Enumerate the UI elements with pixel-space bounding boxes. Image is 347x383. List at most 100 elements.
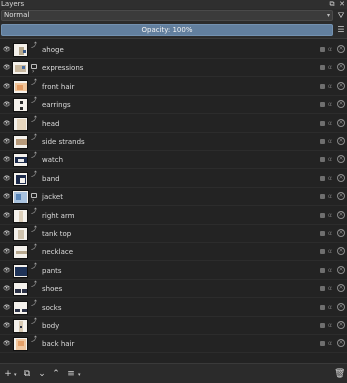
lock-icon[interactable] bbox=[320, 249, 325, 255]
eye-icon[interactable]: 👁 bbox=[3, 64, 11, 71]
alpha-lock-icon[interactable]: α bbox=[328, 81, 332, 93]
alpha-lock-icon[interactable]: α bbox=[328, 191, 332, 203]
alpha-lock-icon[interactable]: α bbox=[328, 173, 332, 185]
layer-row[interactable]: 👁 › expressions α × bbox=[0, 59, 347, 78]
lock-icon[interactable] bbox=[320, 47, 325, 52]
inherit-alpha-icon[interactable]: ⤴ bbox=[31, 79, 37, 86]
alpha-lock-icon[interactable]: α bbox=[328, 118, 332, 130]
inherit-alpha-icon[interactable]: ⤴ bbox=[31, 42, 37, 49]
lock-icon[interactable] bbox=[320, 323, 325, 328]
alpha-lock-icon[interactable]: α bbox=[328, 320, 332, 332]
lock-icon[interactable] bbox=[320, 212, 325, 218]
add-menu-chevron-icon[interactable]: ▾ bbox=[14, 372, 17, 378]
eye-icon[interactable]: 👁 bbox=[3, 46, 11, 53]
layer-row[interactable]: 👁 ⤴ front hair α × bbox=[0, 78, 347, 96]
inherit-alpha-icon[interactable]: ⤴ bbox=[31, 134, 37, 141]
onion-skin-icon[interactable]: × bbox=[337, 118, 345, 127]
eye-icon[interactable]: 👁 bbox=[3, 175, 11, 182]
chevron-up-icon[interactable]: ⌃ bbox=[51, 369, 61, 380]
eye-icon[interactable]: 👁 bbox=[3, 248, 11, 255]
blend-mode-select[interactable]: Normal ▾ bbox=[1, 10, 333, 21]
lock-icon[interactable] bbox=[320, 65, 325, 71]
layer-row[interactable]: 👁 ⤴ back hair α × bbox=[0, 335, 347, 354]
onion-skin-icon[interactable]: × bbox=[337, 321, 345, 329]
onion-skin-icon[interactable]: × bbox=[337, 229, 345, 237]
layer-row[interactable]: 👁 › jacket α × bbox=[0, 188, 347, 207]
plus-icon[interactable]: + bbox=[3, 369, 13, 380]
inherit-alpha-icon[interactable]: ⤴ bbox=[31, 263, 37, 270]
expand-chevron-icon[interactable]: › bbox=[32, 68, 34, 75]
inherit-alpha-icon[interactable]: ⤴ bbox=[31, 97, 37, 104]
inherit-alpha-icon[interactable]: ⤴ bbox=[31, 208, 37, 215]
onion-skin-icon[interactable]: × bbox=[337, 81, 345, 90]
lock-icon[interactable] bbox=[320, 83, 325, 89]
layer-row[interactable]: 👁 ⤴ tank top α × bbox=[0, 225, 347, 243]
alpha-lock-icon[interactable]: α bbox=[328, 210, 332, 222]
lock-icon[interactable] bbox=[320, 120, 325, 126]
alpha-lock-icon[interactable]: α bbox=[328, 99, 332, 111]
layer-row[interactable]: 👁 ⤴ shoes α × bbox=[0, 280, 347, 299]
lock-icon[interactable] bbox=[320, 231, 325, 236]
alpha-lock-icon[interactable]: α bbox=[328, 283, 332, 295]
eye-icon[interactable]: 👁 bbox=[3, 83, 11, 90]
onion-skin-icon[interactable]: × bbox=[337, 137, 345, 145]
eye-icon[interactable]: 👁 bbox=[3, 230, 11, 237]
inherit-alpha-icon[interactable]: ⤴ bbox=[31, 116, 37, 123]
eye-icon[interactable]: 👁 bbox=[3, 193, 11, 200]
layer-row[interactable]: 👁 ⤴ right arm α × bbox=[0, 207, 347, 225]
inherit-alpha-icon[interactable]: ⤴ bbox=[31, 244, 37, 251]
close-icon[interactable]: ✕ bbox=[338, 0, 346, 8]
alpha-lock-icon[interactable]: α bbox=[328, 136, 332, 148]
eye-icon[interactable]: 👁 bbox=[3, 138, 11, 145]
chevron-down-icon[interactable]: ⌄ bbox=[37, 369, 47, 380]
onion-skin-icon[interactable]: × bbox=[337, 155, 345, 164]
onion-skin-icon[interactable]: × bbox=[337, 100, 345, 109]
onion-skin-icon[interactable]: × bbox=[337, 284, 345, 293]
layer-row[interactable]: 👁 ⤴ ahoge α × bbox=[0, 41, 347, 59]
layer-row[interactable]: 👁 ⤴ socks α × bbox=[0, 299, 347, 317]
eye-icon[interactable]: 👁 bbox=[3, 304, 11, 311]
inherit-alpha-icon[interactable]: ⤴ bbox=[31, 281, 37, 288]
onion-skin-icon[interactable]: × bbox=[337, 339, 345, 348]
onion-skin-icon[interactable]: × bbox=[337, 45, 345, 53]
alpha-lock-icon[interactable]: α bbox=[328, 228, 332, 240]
eye-icon[interactable]: 👁 bbox=[3, 285, 11, 292]
eye-icon[interactable]: 👁 bbox=[3, 156, 11, 163]
alpha-lock-icon[interactable]: α bbox=[328, 154, 332, 166]
inherit-alpha-icon[interactable]: ⤴ bbox=[31, 318, 37, 325]
inherit-alpha-icon[interactable]: ⤴ bbox=[31, 226, 37, 233]
onion-skin-icon[interactable]: × bbox=[337, 192, 345, 201]
properties-icon[interactable]: ≡ bbox=[66, 369, 76, 380]
eye-icon[interactable]: 👁 bbox=[3, 322, 11, 329]
alpha-lock-icon[interactable]: α bbox=[328, 338, 332, 350]
inherit-alpha-icon[interactable]: ⤴ bbox=[31, 300, 37, 307]
layer-row[interactable]: 👁 ⤴ earrings α × bbox=[0, 96, 347, 115]
lock-icon[interactable] bbox=[320, 286, 325, 292]
lock-icon[interactable] bbox=[320, 139, 325, 144]
inherit-alpha-icon[interactable]: ⤴ bbox=[31, 152, 37, 159]
layer-row[interactable]: 👁 ⤴ necklace α × bbox=[0, 243, 347, 262]
layer-row[interactable]: 👁 ⤴ side strands α × bbox=[0, 133, 347, 151]
eye-icon[interactable]: 👁 bbox=[3, 101, 11, 108]
alpha-lock-icon[interactable]: α bbox=[328, 62, 332, 74]
alpha-lock-icon[interactable]: α bbox=[328, 246, 332, 258]
trash-icon[interactable]: 🗑 bbox=[334, 369, 345, 380]
eye-icon[interactable]: 👁 bbox=[3, 267, 11, 274]
onion-skin-icon[interactable]: × bbox=[337, 265, 345, 274]
eye-icon[interactable]: 👁 bbox=[3, 212, 11, 219]
inherit-alpha-icon[interactable]: ⤴ bbox=[31, 171, 37, 178]
filter-icon[interactable]: ⛛ bbox=[336, 10, 346, 21]
expand-chevron-icon[interactable]: › bbox=[32, 197, 34, 204]
layer-row[interactable]: 👁 ⤴ watch α × bbox=[0, 151, 347, 170]
alpha-lock-icon[interactable]: α bbox=[328, 302, 332, 314]
lock-icon[interactable] bbox=[320, 157, 325, 163]
alpha-lock-icon[interactable]: α bbox=[328, 265, 332, 277]
onion-skin-icon[interactable]: × bbox=[337, 302, 345, 311]
float-icon[interactable]: ⧉ bbox=[328, 0, 336, 8]
onion-skin-icon[interactable]: × bbox=[337, 173, 345, 182]
lock-icon[interactable] bbox=[320, 267, 325, 273]
layer-row[interactable]: 👁 ⤴ band α × bbox=[0, 170, 347, 188]
inherit-alpha-icon[interactable]: ⤴ bbox=[31, 336, 37, 343]
onion-skin-icon[interactable]: × bbox=[337, 210, 345, 219]
lock-icon[interactable] bbox=[320, 175, 325, 181]
